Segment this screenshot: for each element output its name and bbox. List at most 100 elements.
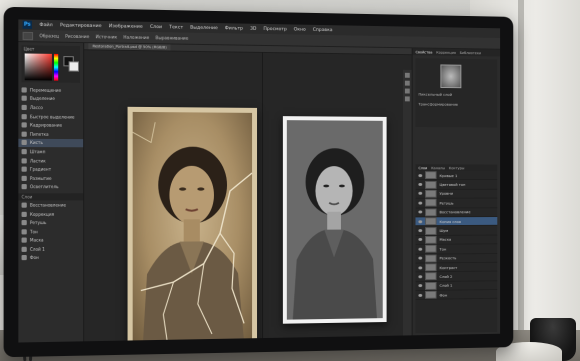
layer-row[interactable]: Ретушь	[415, 198, 498, 209]
layer-row[interactable]: Цветовой тон	[415, 180, 498, 190]
left-list-item[interactable]: Ретушь	[18, 218, 83, 227]
left-list-item[interactable]: Тон	[18, 227, 83, 236]
tool-label: Кисть	[29, 140, 43, 146]
option-paint[interactable]: Рисование	[65, 34, 89, 40]
tab-properties[interactable]: Свойства	[416, 50, 433, 54]
tool-quick-select[interactable]: Быстрое выделение	[18, 112, 83, 121]
properties-panel: Пиксельный слой Трансформирование	[415, 58, 498, 128]
menu-edit[interactable]: Редактирование	[60, 23, 102, 29]
tool-eraser[interactable]: Ластик	[18, 156, 83, 165]
layer-thumbnail	[425, 226, 437, 235]
visibility-eye-icon[interactable]	[418, 238, 423, 242]
visibility-eye-icon[interactable]	[418, 173, 423, 177]
option-sample[interactable]: Образец	[39, 33, 59, 38]
history-icon[interactable]	[404, 72, 410, 78]
tab-libraries[interactable]: Библиотеки	[460, 51, 481, 55]
menu-3d[interactable]: 3D	[250, 26, 256, 31]
menu-window[interactable]: Окно	[294, 27, 306, 32]
tab-channels[interactable]: Каналы	[431, 166, 445, 170]
original-damaged-photo[interactable]	[127, 106, 258, 343]
visibility-eye-icon[interactable]	[418, 293, 423, 297]
tab-layers[interactable]: Слои	[418, 166, 427, 170]
layer-name: Кривые 1	[439, 172, 458, 178]
tool-gradient[interactable]: Градиент	[18, 165, 83, 174]
visibility-eye-icon[interactable]	[418, 247, 423, 251]
tool-label: Размытие	[29, 175, 52, 181]
layer-row[interactable]: Кривые 1	[415, 171, 498, 181]
tool-preset-icon[interactable]	[22, 31, 34, 40]
menu-filter[interactable]: Фильтр	[225, 26, 243, 31]
layer-row[interactable]: Шум	[415, 226, 498, 236]
list-label: Ретушь	[29, 220, 47, 226]
tool-label: Выделение	[29, 96, 55, 102]
layer-name: Контраст	[439, 264, 458, 270]
list-label: Восстановление	[29, 202, 66, 208]
left-list-item[interactable]: Коррекция	[18, 209, 83, 218]
document-canvas[interactable]: Restoration_Portrait.psd @ 50% (RGB/8)	[84, 43, 412, 343]
tool-label: Перемещение	[29, 87, 62, 93]
layer-preview-thumbnail	[440, 64, 462, 89]
layer-row[interactable]: Копия слоя	[415, 216, 498, 227]
left-list-item[interactable]: Восстановление	[18, 201, 83, 210]
paragraph-icon[interactable]	[404, 96, 410, 102]
restored-photo[interactable]	[282, 116, 387, 324]
tool-eyedropper[interactable]: Пипетка	[18, 129, 83, 138]
blur-icon	[21, 175, 27, 181]
eraser-icon	[21, 157, 27, 164]
visibility-eye-icon[interactable]	[418, 266, 423, 270]
visibility-eye-icon[interactable]	[418, 183, 423, 187]
visibility-eye-icon[interactable]	[418, 284, 423, 288]
layer-name: Слой 2	[439, 273, 453, 279]
visibility-eye-icon[interactable]	[418, 256, 423, 260]
menu-help[interactable]: Справка	[313, 27, 333, 32]
document-tab[interactable]: Restoration_Portrait.psd @ 50% (RGB/8)	[88, 43, 171, 51]
eyedropper-icon	[21, 131, 27, 137]
tool-label: Пипетка	[29, 131, 49, 137]
tool-blur[interactable]: Размытие	[18, 174, 83, 183]
hue-slider[interactable]	[54, 53, 59, 81]
visibility-eye-icon[interactable]	[418, 275, 423, 279]
layer-thumbnail	[425, 208, 437, 217]
photoshop-logo-icon: Ps	[22, 20, 33, 29]
color-picker-field[interactable]	[24, 53, 52, 81]
menu-layer[interactable]: Слои	[150, 24, 162, 29]
visibility-eye-icon[interactable]	[418, 210, 423, 214]
tool-crop[interactable]: Кадрирование	[18, 121, 83, 130]
layer-thumbnail	[425, 180, 437, 189]
color-panel: Цвет	[21, 45, 81, 83]
tool-dodge[interactable]: Осветлитель	[18, 183, 83, 192]
layer-name: Слой 1	[439, 283, 453, 289]
option-source[interactable]: Источник	[96, 34, 118, 39]
tool-label: Осветлитель	[29, 184, 59, 190]
option-align[interactable]: Выравнивание	[155, 35, 188, 41]
layer-row[interactable]: Уровни	[415, 189, 498, 199]
photoshop-screen: Ps Файл Редактирование Изображение Слои …	[18, 19, 501, 343]
visibility-eye-icon[interactable]	[418, 219, 423, 223]
layer-thumbnail	[425, 171, 437, 180]
old-portrait-image	[133, 112, 252, 343]
layer-row[interactable]: Восстановление	[415, 207, 498, 218]
menu-select[interactable]: Выделение	[190, 25, 218, 31]
left-list-item[interactable]: Фон	[18, 253, 83, 262]
character-icon[interactable]	[404, 88, 410, 94]
tool-label: Ластик	[29, 157, 46, 164]
layer-icon	[21, 246, 27, 252]
layer-name: Цветовой тон	[439, 182, 466, 187]
visibility-eye-icon[interactable]	[418, 201, 423, 205]
brush-settings-icon[interactable]	[404, 80, 410, 86]
layer-name: Тон	[439, 246, 447, 252]
tool-label: Кадрирование	[29, 122, 63, 128]
tool-clone-stamp[interactable]: Штамп	[18, 147, 83, 156]
menu-file[interactable]: Файл	[39, 22, 52, 27]
menu-type[interactable]: Текст	[169, 25, 183, 30]
menu-view[interactable]: Просмотр	[263, 26, 286, 31]
tool-brush[interactable]: Кисть	[18, 138, 84, 148]
menu-image[interactable]: Изображение	[109, 24, 143, 30]
visibility-eye-icon[interactable]	[418, 229, 423, 233]
background-color-swatch[interactable]	[68, 61, 80, 72]
layer-row[interactable]: Фон	[415, 290, 498, 301]
tab-adjustments[interactable]: Коррекция	[436, 50, 456, 54]
option-blend[interactable]: Наложение	[123, 35, 149, 41]
tab-paths[interactable]: Контуры	[449, 166, 465, 170]
visibility-eye-icon[interactable]	[418, 192, 423, 196]
